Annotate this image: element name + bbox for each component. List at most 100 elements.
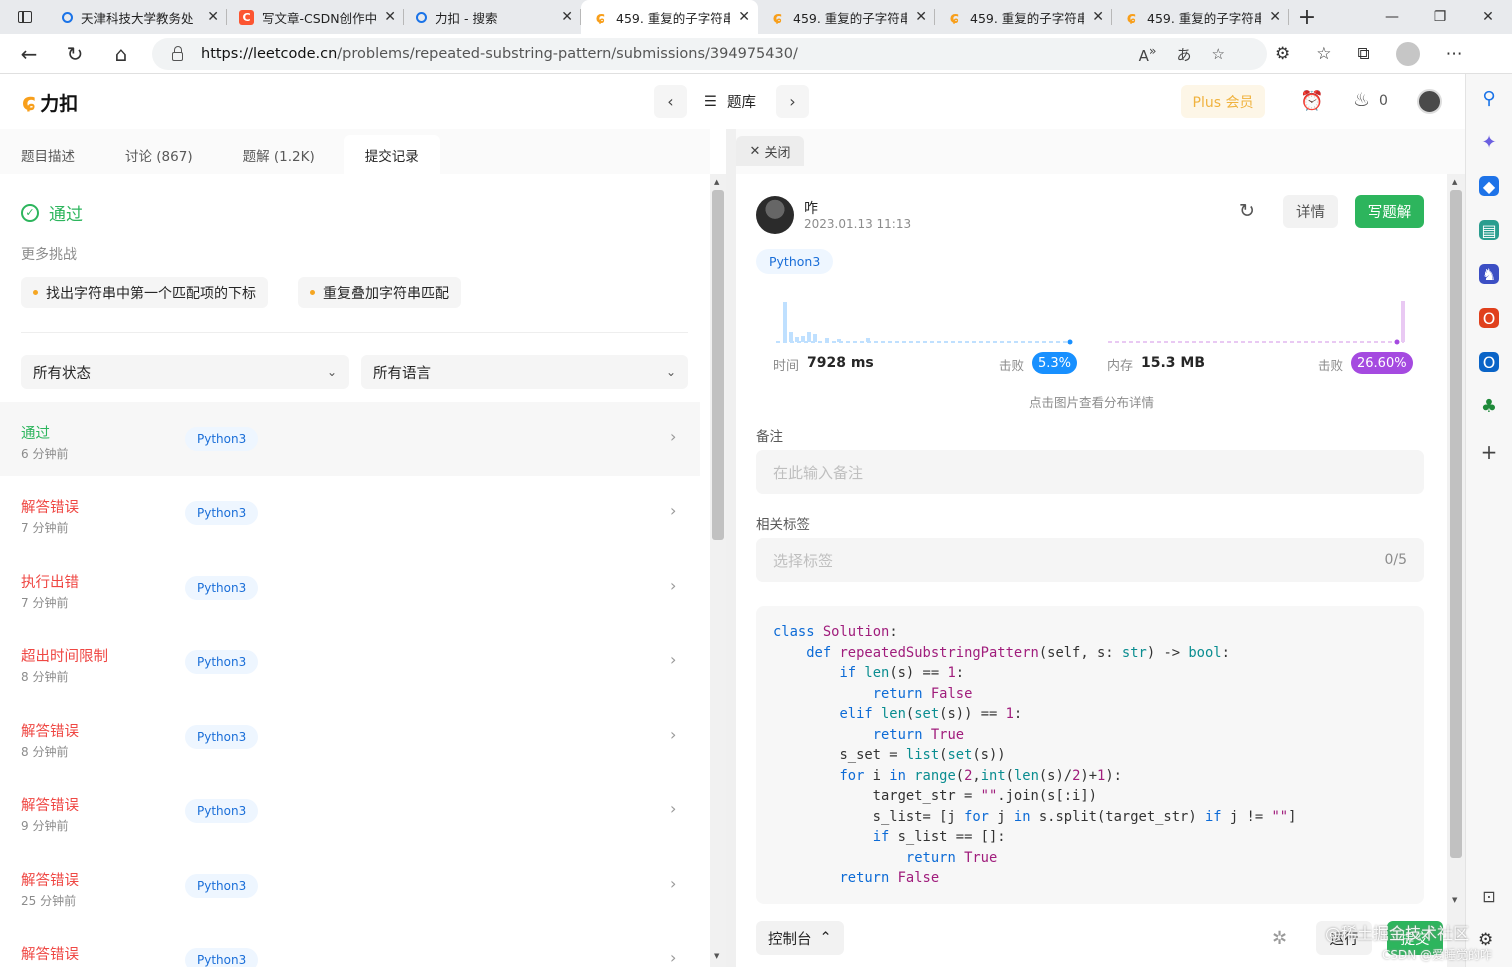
submission-status[interactable]: 解答错误: [21, 720, 79, 741]
tab-solutions[interactable]: 题解 (1.2K): [222, 135, 336, 174]
tab-actions-button[interactable]: [0, 0, 50, 34]
submission-status[interactable]: 解答错误: [21, 794, 79, 815]
submission-date: 2023.01.13 11:13: [804, 217, 912, 231]
submission-status[interactable]: 解答错误: [21, 869, 79, 890]
minimize-icon[interactable]: —: [1368, 0, 1416, 34]
submission-status[interactable]: 超出时间限制: [21, 645, 108, 666]
new-tab-button[interactable]: +: [1289, 0, 1325, 34]
submission-row[interactable]: 解答错误 25 分钟前 Python3 ›: [0, 849, 700, 923]
submission-row[interactable]: 解答错误 Python3 ›: [0, 923, 700, 967]
scrollbar-thumb[interactable]: [1450, 190, 1462, 858]
submission-row[interactable]: 解答错误 9 分钟前 Python3 ›: [0, 774, 700, 848]
submitter-avatar[interactable]: [756, 196, 794, 234]
challenge-chip[interactable]: 重复叠加字符串匹配: [298, 277, 461, 308]
submission-row[interactable]: 通过 6 分钟前 Python3 ›: [0, 402, 700, 476]
add-favorite-icon[interactable]: ☆: [1212, 45, 1225, 63]
chart-bar: [1401, 301, 1405, 342]
scroll-up-icon[interactable]: ▲: [714, 178, 719, 186]
language-filter-select[interactable]: 所有语言 ⌄: [361, 355, 688, 389]
window-close-icon[interactable]: ✕: [1464, 0, 1512, 34]
alarm-clock-icon[interactable]: ⏰: [1300, 89, 1324, 112]
browser-tab[interactable]: ɕ 459. 重复的子字符串 ✕: [1112, 0, 1289, 34]
submission-status[interactable]: 通过: [21, 422, 50, 443]
shopping-icon[interactable]: ◆: [1479, 176, 1499, 196]
right-scrollbar[interactable]: ▲ ▼: [1447, 174, 1465, 967]
left-scrollbar[interactable]: ▲ ▼: [710, 174, 726, 967]
back-icon[interactable]: ←: [6, 42, 52, 66]
browser-tab[interactable]: 力扣 - 搜索 ✕: [404, 0, 581, 34]
browser-tab[interactable]: C 写文章-CSDN创作中 ✕: [227, 0, 404, 34]
more-menu-icon[interactable]: ⋯: [1446, 44, 1463, 64]
submission-row[interactable]: 执行出错 7 分钟前 Python3 ›: [0, 551, 700, 625]
note-input[interactable]: 在此输入备注: [756, 450, 1424, 494]
close-icon[interactable]: ✕: [915, 9, 927, 25]
detail-button[interactable]: 详情: [1283, 195, 1338, 228]
reload-icon[interactable]: ↻: [52, 42, 98, 66]
prev-problem-button[interactable]: ‹: [654, 85, 687, 118]
tab-description[interactable]: 题目描述: [0, 135, 96, 174]
read-aloud-icon[interactable]: A»: [1139, 43, 1157, 65]
next-problem-button[interactable]: ›: [776, 85, 809, 118]
code-viewer[interactable]: class Solution: def repeatedSubstringPat…: [756, 606, 1424, 904]
browser-tab[interactable]: ɕ 459. 重复的子字符串 ✕: [935, 0, 1112, 34]
status-filter-value: 所有状态: [33, 365, 91, 382]
submitter-name[interactable]: 咋: [804, 198, 818, 218]
close-icon[interactable]: ✕: [384, 9, 396, 25]
copilot-icon[interactable]: ✦: [1479, 132, 1499, 153]
close-icon[interactable]: ✕: [561, 9, 573, 25]
fire-icon[interactable]: ♨: [1353, 89, 1370, 111]
outlook-icon[interactable]: O: [1479, 352, 1499, 372]
favorites-icon[interactable]: ☆: [1316, 44, 1331, 64]
close-icon[interactable]: ✕: [738, 9, 750, 25]
runtime-distribution-chart[interactable]: [776, 294, 1086, 349]
submission-row[interactable]: 超出时间限制 8 分钟前 Python3 ›: [0, 625, 700, 699]
status-filter-select[interactable]: 所有状态 ⌄: [21, 355, 349, 389]
maximize-icon[interactable]: ❐: [1416, 0, 1464, 34]
office-icon[interactable]: O: [1479, 308, 1499, 328]
browser-tab[interactable]: 天津科技大学教务处 ✕: [50, 0, 227, 34]
settings-gear-icon[interactable]: ⚙: [1478, 930, 1493, 950]
close-icon[interactable]: ✕: [1269, 9, 1281, 25]
profile-avatar[interactable]: [1395, 42, 1420, 66]
close-icon[interactable]: ✕: [1092, 9, 1104, 25]
submission-row[interactable]: 解答错误 7 分钟前 Python3 ›: [0, 476, 700, 550]
problem-list-button[interactable]: ☰ 题库: [704, 91, 756, 112]
memory-distribution-chart[interactable]: [1108, 294, 1418, 349]
scroll-down-icon[interactable]: ▼: [714, 952, 719, 960]
translate-icon[interactable]: あ: [1177, 44, 1192, 65]
submission-status[interactable]: 解答错误: [21, 943, 79, 964]
submission-status[interactable]: 执行出错: [21, 571, 79, 592]
close-icon[interactable]: ✕: [207, 9, 219, 25]
browser-tab-active[interactable]: ɕ 459. 重复的子字符串 ✕: [581, 0, 758, 34]
scrollbar-thumb[interactable]: [712, 190, 724, 540]
close-detail-tab[interactable]: ✕ 关闭: [736, 136, 804, 166]
tags-select[interactable]: 选择标签 0/5: [756, 538, 1424, 582]
list-icon: ☰: [704, 93, 717, 110]
browser-tab[interactable]: ɕ 459. 重复的子字符串 ✕: [758, 0, 935, 34]
url-field[interactable]: https://leetcode.cn/problems/repeated-su…: [152, 38, 1267, 70]
plus-member-button[interactable]: Plus 会员: [1181, 85, 1265, 118]
debug-icon[interactable]: ✲: [1272, 928, 1287, 949]
tab-discussion[interactable]: 讨论 (867): [104, 135, 214, 174]
add-sidebar-icon[interactable]: +: [1479, 440, 1499, 464]
refresh-icon[interactable]: ↻: [1239, 200, 1255, 222]
submission-status[interactable]: 解答错误: [21, 496, 79, 517]
games-icon[interactable]: ♞: [1479, 264, 1499, 284]
tools-icon[interactable]: ▤: [1479, 220, 1499, 240]
user-avatar[interactable]: [1417, 89, 1442, 114]
leetcode-logo[interactable]: ɕ 力扣: [22, 88, 78, 116]
scroll-up-icon[interactable]: ▲: [1452, 178, 1457, 186]
challenge-chip[interactable]: 找出字符串中第一个匹配项的下标: [21, 277, 268, 308]
scroll-down-icon[interactable]: ▼: [1452, 896, 1457, 904]
write-solution-button[interactable]: 写题解: [1355, 195, 1424, 228]
collections-icon[interactable]: ⧉: [1358, 44, 1370, 64]
search-icon[interactable]: ⚲: [1479, 88, 1499, 109]
console-button[interactable]: 控制台 ⌃: [756, 921, 844, 955]
tab-submissions[interactable]: 提交记录: [343, 135, 440, 174]
sidebar-toggle-icon[interactable]: ⊡: [1479, 886, 1499, 906]
submission-row[interactable]: 解答错误 8 分钟前 Python3 ›: [0, 700, 700, 774]
home-icon[interactable]: ⌂: [98, 42, 144, 66]
extensions-icon[interactable]: ⚙: [1275, 44, 1290, 64]
tree-icon[interactable]: ♣: [1479, 396, 1499, 417]
panel-splitter[interactable]: [726, 129, 736, 967]
